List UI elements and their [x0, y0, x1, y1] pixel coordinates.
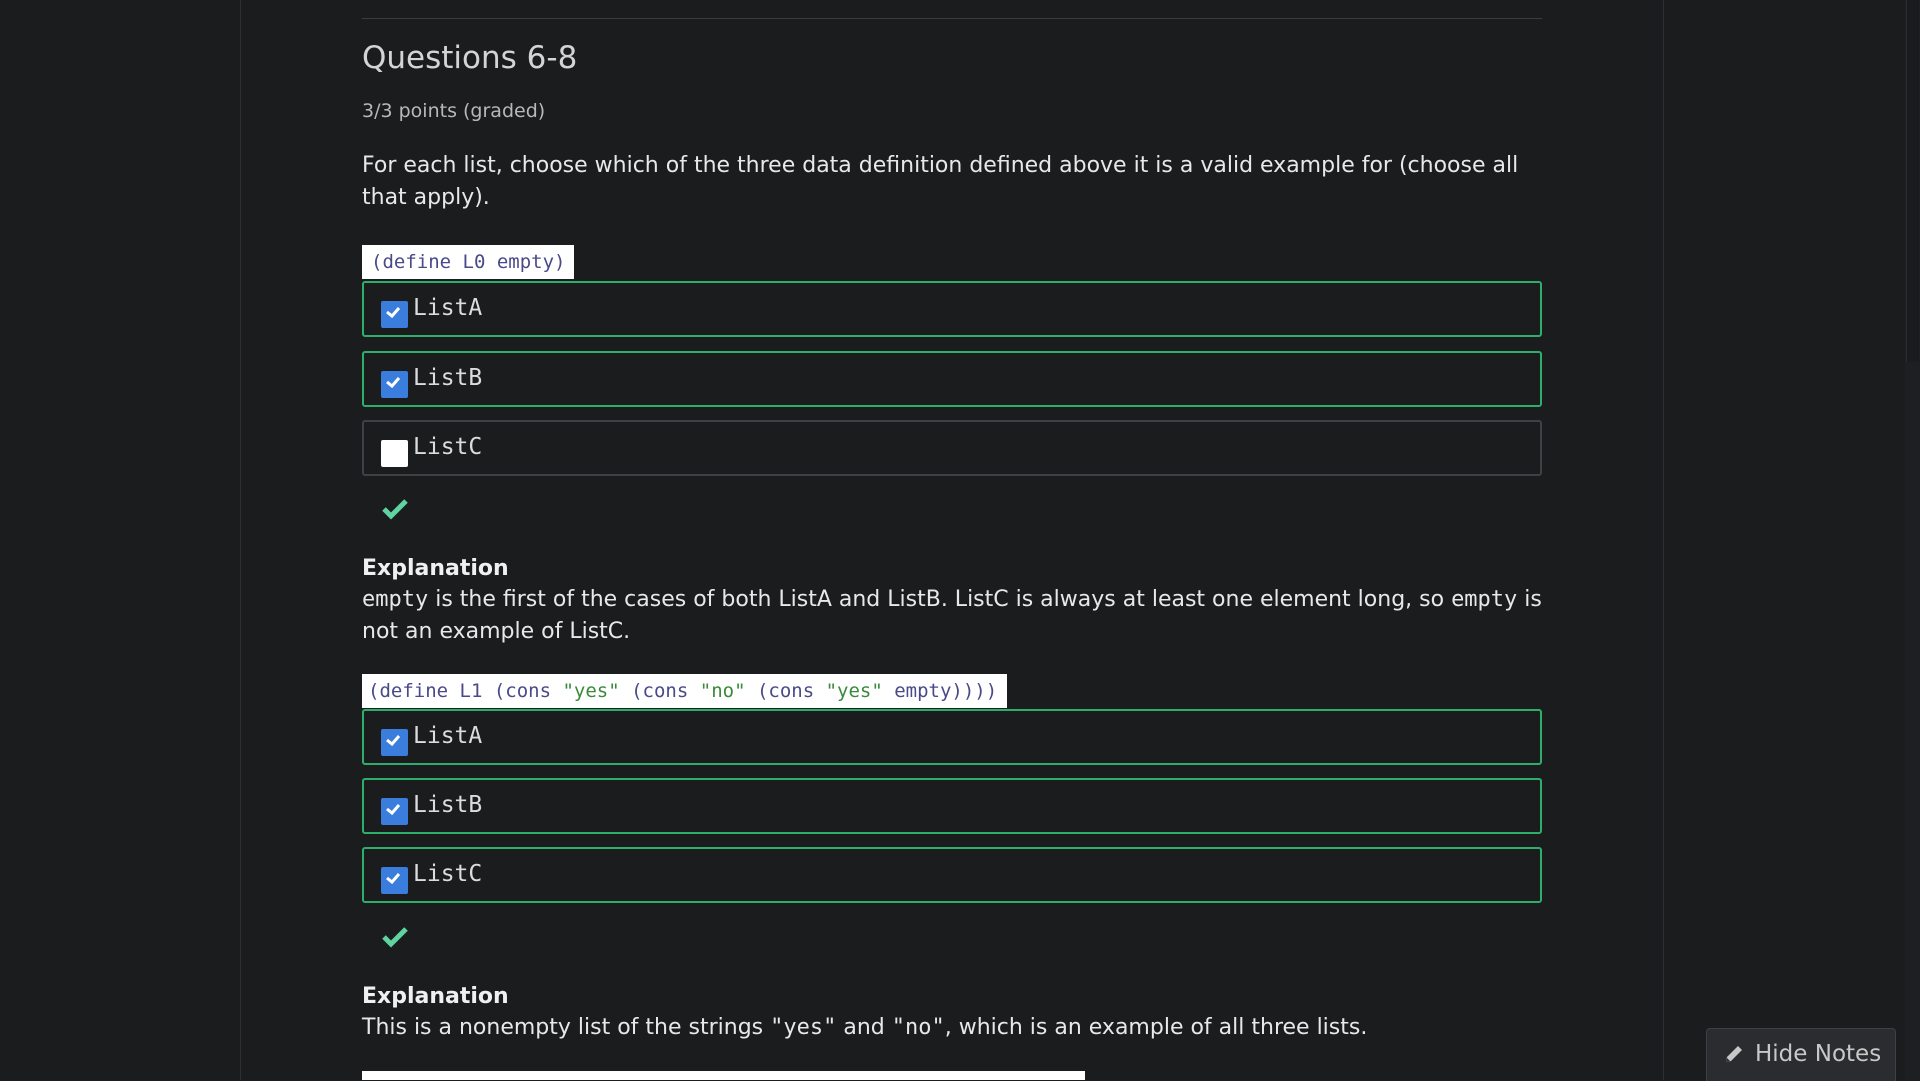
- text: is the first of the cases of both ListA …: [428, 587, 1452, 612]
- option-listb-q2[interactable]: ListB: [362, 778, 1542, 834]
- code-text: (cons: [619, 680, 700, 702]
- code-string: "no": [699, 680, 746, 702]
- text: , which is an example of all three lists…: [944, 1015, 1368, 1040]
- code-snippet-l2-partial: [362, 1071, 1085, 1080]
- explanation-heading: Explanation: [362, 556, 509, 581]
- code-text: empty)))): [882, 680, 998, 702]
- option-label: ListB: [413, 365, 483, 391]
- code-snippet-l0: (define L0 empty): [362, 245, 575, 279]
- checkbox-checked[interactable]: [381, 729, 408, 756]
- text: and: [836, 1015, 892, 1040]
- code-string: "yes": [562, 680, 620, 702]
- left-gutter: [0, 0, 241, 1080]
- code-inline: empty: [362, 587, 429, 612]
- checkmark-icon: [386, 377, 401, 389]
- checkbox-unchecked[interactable]: [381, 440, 408, 467]
- option-lista-q2[interactable]: ListA: [362, 709, 1542, 765]
- checkbox-checked[interactable]: [381, 301, 408, 328]
- correct-check-icon: [382, 926, 408, 952]
- checkmark-icon: [386, 804, 401, 816]
- correct-check-icon: [382, 498, 408, 524]
- divider: [362, 18, 1542, 19]
- option-label: ListC: [413, 434, 483, 460]
- code-inline: "yes": [770, 1015, 837, 1040]
- option-label: ListA: [413, 723, 483, 749]
- checkmark-icon: [386, 735, 401, 747]
- code-text: (cons: [745, 680, 826, 702]
- explanation-text: empty is the first of the cases of both …: [362, 584, 1542, 648]
- checkmark-icon: [386, 307, 401, 319]
- code-inline: empty: [1451, 587, 1518, 612]
- code-string: "yes": [825, 680, 883, 702]
- scrollbar-thumb[interactable]: [1906, 0, 1919, 362]
- question-prompt: For each list, choose which of the three…: [362, 153, 1519, 210]
- option-label: ListA: [413, 295, 483, 321]
- right-gutter: [1663, 0, 1920, 1080]
- option-label: ListB: [413, 792, 483, 818]
- explanation-heading: Explanation: [362, 984, 509, 1009]
- code-text: (define L0 empty): [371, 251, 566, 273]
- option-label: ListC: [413, 861, 483, 887]
- scrollbar[interactable]: [1905, 0, 1920, 1080]
- code-inline: "no": [891, 1015, 945, 1040]
- checkbox-checked[interactable]: [381, 867, 408, 894]
- option-lista-q1[interactable]: ListA: [362, 281, 1542, 337]
- hide-notes-label: Hide Notes: [1755, 1041, 1882, 1067]
- code-text: (define L1 (cons: [368, 680, 563, 702]
- points-status: 3/3 points (graded): [362, 100, 546, 122]
- option-listb-q1[interactable]: ListB: [362, 351, 1542, 407]
- explanation-text: This is a nonempty list of the strings "…: [362, 1012, 1542, 1044]
- hide-notes-button[interactable]: Hide Notes: [1706, 1028, 1896, 1081]
- text: This is a nonempty list of the strings: [362, 1015, 771, 1040]
- code-snippet-l1: (define L1 (cons "yes" (cons "no" (cons …: [362, 674, 1008, 708]
- pencil-icon: [1723, 1043, 1745, 1071]
- section-title: Questions 6-8: [362, 40, 578, 76]
- checkbox-checked[interactable]: [381, 371, 408, 398]
- checkbox-checked[interactable]: [381, 798, 408, 825]
- option-listc-q1[interactable]: ListC: [362, 420, 1542, 476]
- checkmark-icon: [386, 873, 401, 885]
- option-listc-q2[interactable]: ListC: [362, 847, 1542, 903]
